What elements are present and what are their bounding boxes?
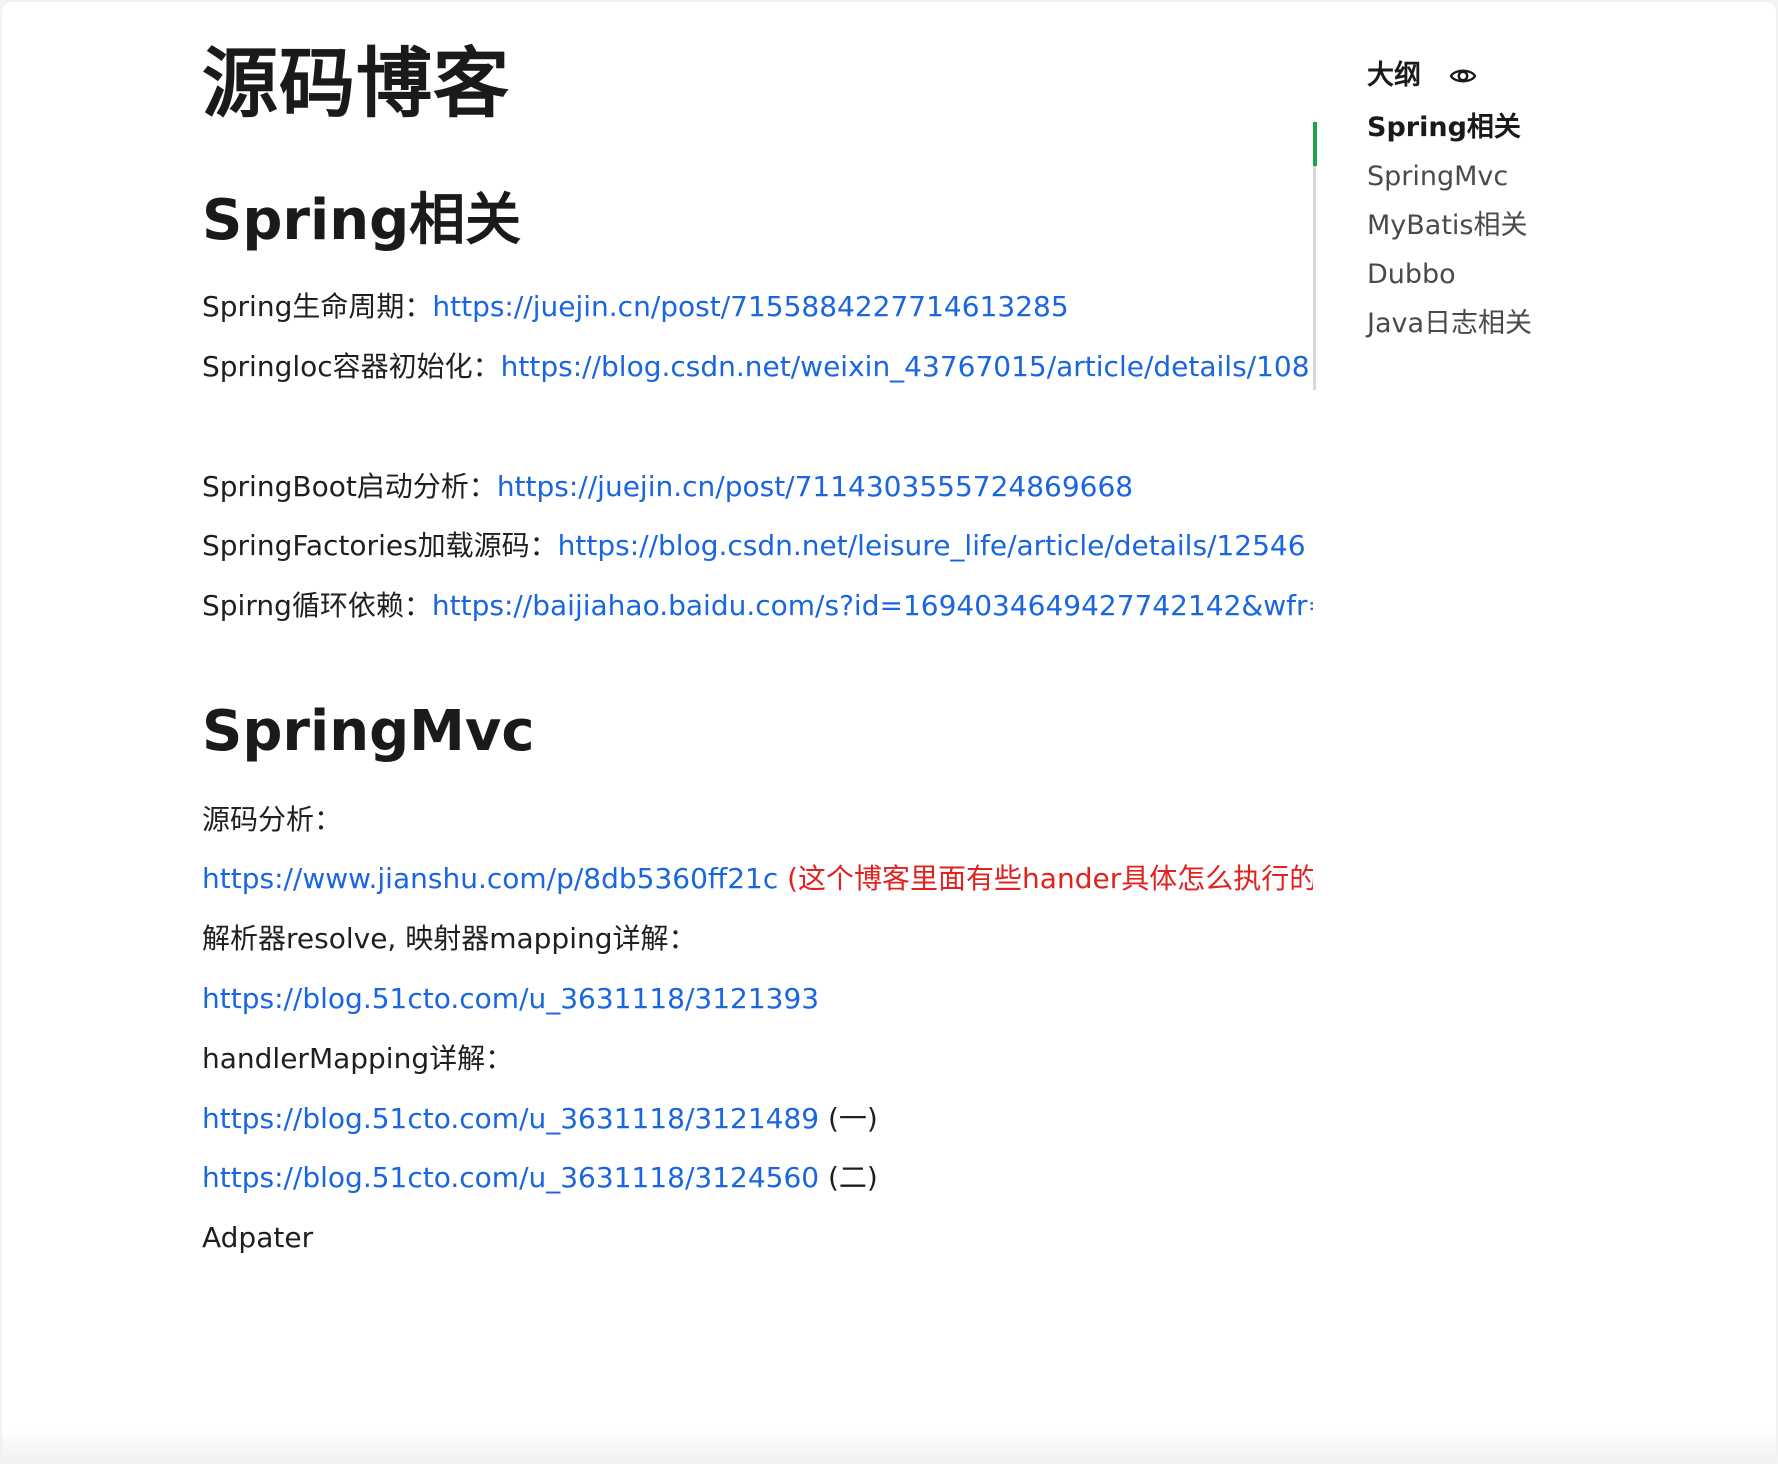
highlight-note: 这个博客里面有些hander具体怎么执行的	[798, 862, 1313, 895]
paragraph-resolver-mapping: 解析器resolve, 映射器mapping详解：	[202, 919, 697, 959]
link-spring-factories[interactable]: https://blog.csdn.net/leisure_life/artic…	[558, 529, 1306, 562]
paragraph-label: Adpater	[202, 1221, 314, 1254]
outline-active-indicator	[1313, 122, 1317, 166]
outline-item-mybatis[interactable]: MyBatis相关	[1367, 204, 1528, 248]
paragraph-label: Springloc容器初始化：	[202, 350, 501, 383]
eye-icon[interactable]	[1447, 60, 1479, 92]
paragraph-spring-lifecycle: Spring生命周期：https://juejin.cn/post/715588…	[202, 287, 1069, 327]
paragraph-label: Spring生命周期：	[202, 290, 433, 323]
page-title: 源码博客	[202, 39, 510, 128]
paragraph-suffix: (一)	[819, 1102, 878, 1135]
paragraph-label: SpringFactories加载源码：	[202, 529, 558, 562]
outline-header: 大纲	[1367, 56, 1479, 96]
link-51cto-3121489[interactable]: https://blog.51cto.com/u_3631118/3121489	[202, 1102, 819, 1135]
outline-item-spring[interactable]: Spring相关	[1367, 106, 1521, 150]
paragraph-51cto-3121393: https://blog.51cto.com/u_3631118/3121393	[202, 979, 819, 1019]
paragraph-label: SpringBoot启动分析：	[202, 470, 497, 503]
outline-sidebar: 大纲 Spring相关 SpringMvc MyBatis相关 Dubbo Ja…	[1313, 2, 1776, 1462]
paragraph-spring-circular-dependency: Spirng循环依赖：https://baijiahao.baidu.com/s…	[202, 586, 1313, 626]
paragraph-spring-ioc-init: Springloc容器初始化：https://blog.csdn.net/wei…	[202, 347, 1310, 387]
paragraph-adapter: Adpater	[202, 1218, 313, 1258]
paragraph-suffix: (二)	[819, 1161, 878, 1194]
link-spring-ioc-init[interactable]: https://blog.csdn.net/weixin_43767015/ar…	[501, 350, 1310, 383]
paragraph-label: handlerMapping详解：	[202, 1042, 514, 1075]
paragraph-spring-factories: SpringFactories加载源码：https://blog.csdn.ne…	[202, 526, 1306, 566]
document-content: 源码博客 Spring相关 Spring生命周期：https://juejin.…	[202, 2, 1313, 1462]
paragraph-handler-mapping: handlerMapping详解：	[202, 1039, 513, 1079]
link-51cto-3124560[interactable]: https://blog.51cto.com/u_3631118/3124560	[202, 1161, 819, 1194]
document-page: 源码博客 Spring相关 Spring生命周期：https://juejin.…	[2, 2, 1776, 1462]
paragraph-jianshu-link: https://www.jianshu.com/p/8db5360ff21c (…	[202, 859, 1313, 899]
link-springboot-startup[interactable]: https://juejin.cn/post/71143035557248696…	[497, 470, 1133, 503]
link-51cto-3121393[interactable]: https://blog.51cto.com/u_3631118/3121393	[202, 982, 819, 1015]
outline-title: 大纲	[1367, 60, 1421, 91]
link-spring-circular-dependency[interactable]: https://baijiahao.baidu.com/s?id=1694034…	[432, 589, 1313, 622]
link-spring-lifecycle[interactable]: https://juejin.cn/post/71558842277146132…	[432, 290, 1068, 323]
paragraph-springboot-startup: SpringBoot启动分析：https://juejin.cn/post/71…	[202, 467, 1133, 507]
paren-text: (	[778, 862, 799, 895]
paragraph-51cto-3124560: https://blog.51cto.com/u_3631118/3124560…	[202, 1158, 878, 1198]
outline-item-java-logging[interactable]: Java日志相关	[1367, 302, 1532, 346]
link-jianshu[interactable]: https://www.jianshu.com/p/8db5360ff21c	[202, 862, 778, 895]
section-heading-spring: Spring相关	[202, 188, 522, 253]
paragraph-label: 源码分析：	[202, 803, 343, 836]
section-heading-springmvc: SpringMvc	[202, 699, 535, 764]
paragraph-source-analysis: 源码分析：	[202, 800, 342, 840]
paragraph-label: 解析器resolve, 映射器mapping详解：	[202, 922, 697, 955]
paragraph-label: Spirng循环依赖：	[202, 589, 432, 622]
outline-item-springmvc[interactable]: SpringMvc	[1367, 155, 1508, 199]
paragraph-51cto-3121489: https://blog.51cto.com/u_3631118/3121489…	[202, 1099, 878, 1139]
outline-item-dubbo[interactable]: Dubbo	[1367, 253, 1456, 297]
